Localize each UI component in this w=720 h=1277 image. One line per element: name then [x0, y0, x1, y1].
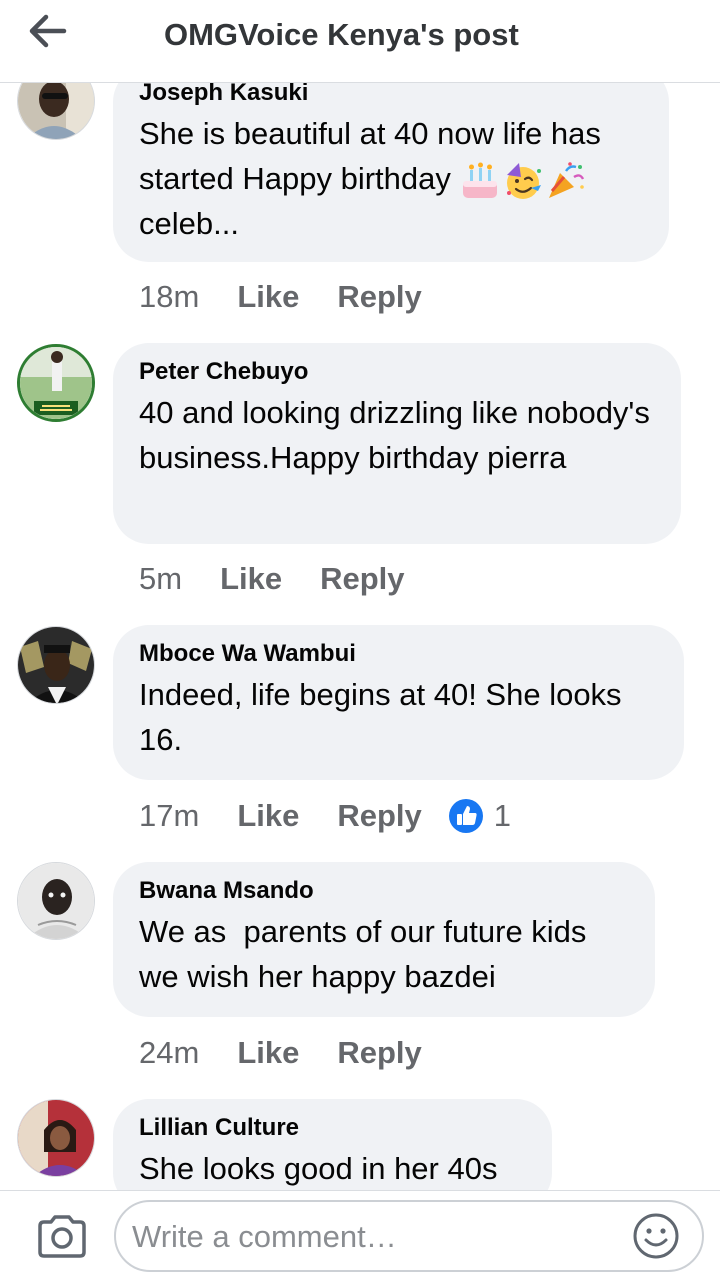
comment-author[interactable]: Peter Chebuyo [139, 357, 655, 387]
comment-composer [0, 1190, 720, 1277]
comment-bubble[interactable]: Joseph Kasuki She is beautiful at 40 now… [113, 66, 669, 262]
smiley-face-icon [633, 1213, 679, 1259]
like-button[interactable]: Like [237, 796, 299, 836]
camera-icon [38, 1215, 86, 1258]
comment-actions: 18m Like Reply [139, 277, 460, 317]
comment-text: We as parents of our future kids we wish… [139, 914, 596, 994]
avatar[interactable] [17, 862, 95, 940]
comment-bubble[interactable]: Peter Chebuyo 40 and looking drizzling l… [113, 343, 681, 544]
reaction-count: 1 [493, 798, 512, 833]
comment-timestamp[interactable]: 18m [139, 277, 199, 317]
comment-text: She is beautiful at 40 now life has star… [139, 111, 643, 246]
comment-bubble[interactable]: Mboce Wa Wambui Indeed, life begins at 4… [113, 625, 684, 780]
comment-bubble[interactable]: Lillian Culture She looks good in her 40… [113, 1099, 552, 1190]
reply-button[interactable]: Reply [320, 559, 404, 599]
reply-button[interactable]: Reply [337, 796, 421, 836]
comment-input[interactable] [130, 1212, 614, 1262]
like-button[interactable]: Like [237, 277, 299, 317]
camera-button[interactable] [36, 1214, 88, 1258]
back-button[interactable] [28, 14, 68, 48]
comment-text: She looks good in her 40s [139, 1151, 498, 1186]
comment-author[interactable]: Mboce Wa Wambui [139, 639, 658, 669]
comment-actions: 5m Like Reply [139, 559, 443, 599]
avatar[interactable] [17, 626, 95, 704]
comment-text-truncated[interactable]: celeb... [139, 206, 239, 241]
page-title: OMGVoice Kenya's post [164, 17, 519, 52]
avatar[interactable] [17, 344, 95, 422]
comments-list[interactable]: Joseph Kasuki She is beautiful at 40 now… [0, 0, 720, 1190]
comment-actions: 24m Like Reply [139, 1033, 460, 1073]
like-button[interactable]: Like [220, 559, 282, 599]
comment-actions: 17m Like Reply 1 [139, 796, 511, 836]
emoji-button[interactable] [632, 1212, 680, 1260]
comment-text: 40 and looking drizzling like nobody's b… [139, 395, 650, 475]
comment-timestamp[interactable]: 24m [139, 1033, 199, 1073]
reply-button[interactable]: Reply [337, 277, 421, 317]
comment-field[interactable] [114, 1200, 704, 1272]
comment-author[interactable]: Bwana Msando [139, 876, 629, 906]
comment-text: Indeed, life begins at 40! She looks 16. [139, 677, 622, 757]
reply-button[interactable]: Reply [337, 1033, 421, 1073]
party-popper-icon [548, 162, 584, 198]
birthday-cake-icon [462, 162, 497, 198]
comment-timestamp[interactable]: 5m [139, 559, 182, 599]
comment-timestamp[interactable]: 17m [139, 796, 199, 836]
top-bar: OMGVoice Kenya's post [0, 0, 720, 83]
thumbs-up-icon [448, 799, 483, 833]
comment-author[interactable]: Lillian Culture [139, 1113, 526, 1143]
reaction-summary[interactable]: 1 [448, 796, 511, 836]
avatar[interactable] [17, 1099, 95, 1177]
emoji-group [460, 161, 587, 201]
comment-bubble[interactable]: Bwana Msando We as parents of our future… [113, 862, 655, 1017]
like-button[interactable]: Like [237, 1033, 299, 1073]
partying-face-icon [506, 162, 541, 199]
arrow-left-icon [29, 14, 67, 48]
